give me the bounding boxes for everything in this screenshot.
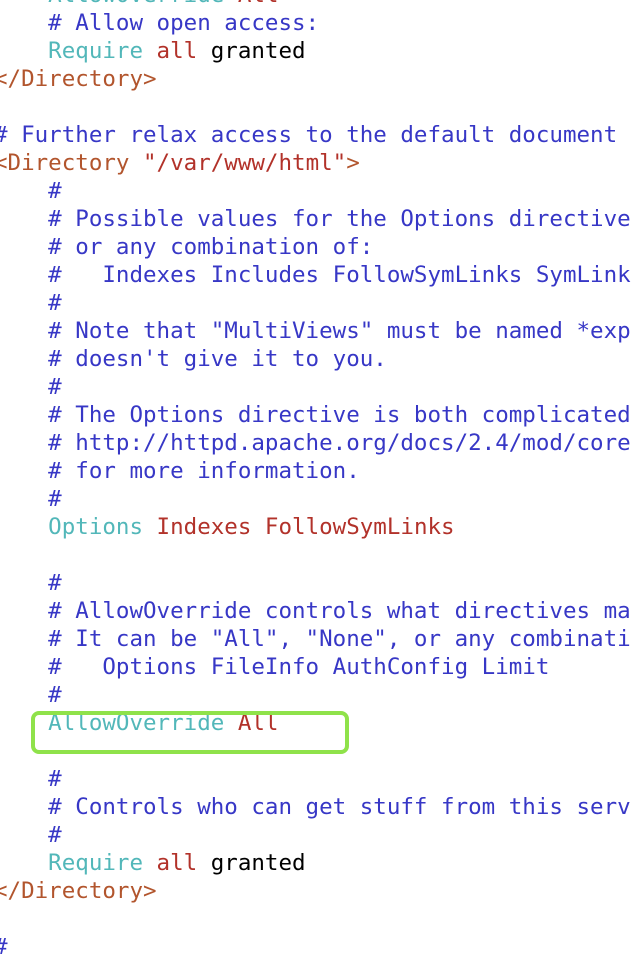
code-token-comment: # Controls who can get stuff from this s… (0, 794, 631, 820)
code-token-comment: # (0, 822, 62, 848)
code-token-comment: # http://httpd.apache.org/docs/2.4/mod/c… (0, 430, 631, 456)
code-line: # http://httpd.apache.org/docs/2.4/mod/c… (0, 429, 631, 457)
code-line: # The Options directive is both complica… (0, 401, 631, 429)
code-token-value: Indexes FollowSymLinks (143, 514, 455, 540)
code-line: # Further relax access to the default do… (0, 121, 617, 149)
code-token-plain: granted (197, 850, 306, 876)
code-token-tag: </Directory> (0, 66, 157, 92)
code-token-comment: # (0, 766, 62, 792)
code-token-comment: # (0, 934, 8, 956)
code-token-tag: </Directory> (0, 878, 157, 904)
code-token-directive: AllowOverride (0, 0, 238, 8)
code-line: # Options FileInfo AuthConfig Limit (0, 653, 549, 681)
code-line: # (0, 569, 62, 597)
code-line: # Possible values for the Options direct… (0, 205, 631, 233)
code-line: AllowOverride All (0, 0, 278, 9)
code-token-comment: # (0, 486, 62, 512)
code-token-comment: # Options FileInfo AuthConfig Limit (0, 654, 550, 680)
code-token-comment: # or any combination of: (0, 234, 374, 260)
code-line: </Directory> (0, 65, 157, 93)
code-token-value: All (224, 710, 279, 736)
code-token-comment: # (0, 290, 62, 316)
code-token-comment: # Further relax access to the default do… (0, 122, 618, 148)
code-token-directive: AllowOverride (0, 710, 225, 736)
code-token-directive: Options (0, 514, 144, 540)
code-line: # Indexes Includes FollowSymLinks SymLin… (0, 261, 631, 289)
code-line: Require all granted (0, 849, 306, 877)
code-token-comment: # (0, 682, 62, 708)
code-token-comment: # doesn't give it to you. (0, 346, 387, 372)
code-token-directive: Require (0, 850, 144, 876)
code-token-value: all (143, 850, 198, 876)
code-line: <Directory "/var/www/html"> (0, 149, 360, 177)
code-line: # doesn't give it to you. (0, 345, 387, 373)
code-line: # (0, 681, 62, 709)
code-token-value: All (238, 0, 279, 8)
code-token-comment: # (0, 374, 62, 400)
code-token-comment: # (0, 178, 62, 204)
code-line: # (0, 289, 62, 317)
code-line: # (0, 821, 62, 849)
code-line: AllowOverride All (0, 709, 278, 737)
code-token-comment: # (0, 570, 62, 596)
code-line: # (0, 373, 62, 401)
code-token-plain: granted (197, 38, 306, 64)
code-line: # (0, 933, 8, 956)
code-line: # Allow open access: (0, 9, 319, 37)
code-line: # It can be "All", "None", or any combin… (0, 625, 631, 653)
code-token-value: all (143, 38, 198, 64)
code-token-tag: <Directory (0, 150, 144, 176)
code-line: </Directory> (0, 877, 157, 905)
code-line: # AllowOverride controls what directives… (0, 597, 631, 625)
code-line: # (0, 485, 62, 513)
code-token-string: "/var/www/html" (143, 150, 347, 176)
code-token-comment: # Possible values for the Options direct… (0, 206, 631, 232)
code-token-comment: # for more information. (0, 458, 360, 484)
code-token-tag: > (346, 150, 360, 176)
code-token-comment: # Indexes Includes FollowSymLinks SymLin… (0, 262, 631, 288)
code-line: # Controls who can get stuff from this s… (0, 793, 631, 821)
code-token-comment: # It can be "All", "None", or any combin… (0, 626, 631, 652)
code-token-comment: # Note that "MultiViews" must be named *… (0, 318, 631, 344)
code-line: # for more information. (0, 457, 360, 485)
code-line: Options Indexes FollowSymLinks (0, 513, 455, 541)
code-token-directive: Require (0, 38, 144, 64)
code-token-comment: # AllowOverride controls what directives… (0, 598, 631, 624)
code-line: Require all granted (0, 37, 306, 65)
code-line: # Note that "MultiViews" must be named *… (0, 317, 631, 345)
code-token-comment: # The Options directive is both complica… (0, 402, 631, 428)
code-token-comment: # Allow open access: (0, 10, 320, 36)
code-editor[interactable]: AllowOverride All # Allow open access: R… (0, 0, 642, 956)
code-line: # (0, 765, 62, 793)
code-line: # or any combination of: (0, 233, 373, 261)
code-line: # (0, 177, 62, 205)
